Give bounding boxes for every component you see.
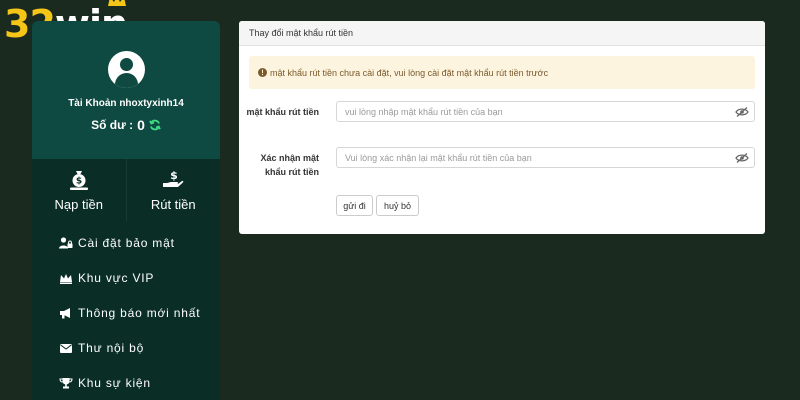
sidebar-item-security[interactable]: Cài đặt bảo mật	[32, 225, 220, 260]
sidebar-item-vip-label: Khu vực VIP	[78, 270, 155, 285]
balance-value: 0	[137, 117, 145, 133]
profile-card: Tài Khoản nhoxtyxinh14 Số dư : 0	[32, 21, 220, 159]
sidebar-item-notifications-label: Thông báo mới nhất	[78, 305, 201, 320]
refresh-icon[interactable]	[149, 119, 161, 131]
megaphone-icon	[60, 307, 70, 318]
wallet-actions: $ Nạp tiền $ Rút tiền	[32, 159, 220, 221]
withdraw-button[interactable]: $ Rút tiền	[125, 159, 221, 221]
deposit-button[interactable]: $ Nạp tiền	[32, 159, 126, 221]
hand-dollar-icon: $	[163, 169, 184, 187]
exclamation-circle-icon	[258, 68, 267, 77]
confirm-password-label: Xác nhận mật khẩu rút tiền	[260, 153, 319, 177]
trophy-icon	[59, 377, 73, 388]
password-field	[336, 101, 755, 122]
warning-alert-text: mật khẩu rút tiền chưa cài đặt, vui lòng…	[270, 67, 549, 78]
money-bag-icon: $	[69, 170, 88, 190]
sidebar-item-notifications[interactable]: Thông báo mới nhất	[32, 295, 220, 330]
confirm-password-field	[336, 147, 755, 168]
avatar[interactable]	[107, 51, 145, 88]
avatar-head	[119, 58, 133, 71]
password-label: mật khẩu rút tiền	[246, 107, 319, 117]
crown-icon	[107, 0, 126, 6]
crown-icon	[60, 273, 72, 284]
cancel-button[interactable]: huỷ bỏ	[376, 195, 419, 216]
sidebar-item-inbox-label: Thư nội bộ	[78, 340, 145, 355]
avatar-body	[114, 73, 138, 88]
sidebar-item-events[interactable]: Khu sự kiện	[32, 365, 220, 400]
password-input[interactable]	[337, 102, 735, 121]
warning-alert: mật khẩu rút tiền chưa cài đặt, vui lòng…	[249, 56, 755, 89]
sidebar-menu: Cài đặt bảo mật Khu vực VIP Thông báo mớ…	[32, 221, 220, 400]
user-lock-icon	[59, 236, 73, 248]
sidebar: Tài Khoản nhoxtyxinh14 Số dư : 0 $ Nạp t…	[32, 21, 220, 400]
sidebar-item-security-label: Cài đặt bảo mật	[78, 235, 175, 250]
account-name: Tài Khoản nhoxtyxinh14	[68, 98, 184, 109]
confirm-password-input[interactable]	[337, 148, 735, 167]
panel-title: Thay đổi mật khẩu rút tiền	[239, 21, 765, 46]
balance-label: Số dư :	[91, 118, 134, 132]
svg-text:$: $	[170, 169, 178, 182]
envelope-icon	[60, 343, 72, 353]
deposit-label: Nạp tiền	[54, 196, 103, 212]
eye-slash-icon[interactable]	[735, 106, 749, 117]
change-withdraw-password-panel: Thay đổi mật khẩu rút tiền mật khẩu rút …	[239, 21, 765, 234]
balance: Số dư : 0	[91, 117, 161, 133]
sidebar-item-vip[interactable]: Khu vực VIP	[32, 260, 220, 295]
svg-text:$: $	[76, 176, 82, 186]
withdraw-label: Rút tiền	[150, 196, 196, 212]
sidebar-item-events-label: Khu sự kiện	[78, 375, 151, 390]
sidebar-item-inbox[interactable]: Thư nội bộ	[32, 330, 220, 365]
eye-slash-icon[interactable]	[735, 152, 749, 163]
submit-button[interactable]: gửi đi	[336, 195, 373, 216]
